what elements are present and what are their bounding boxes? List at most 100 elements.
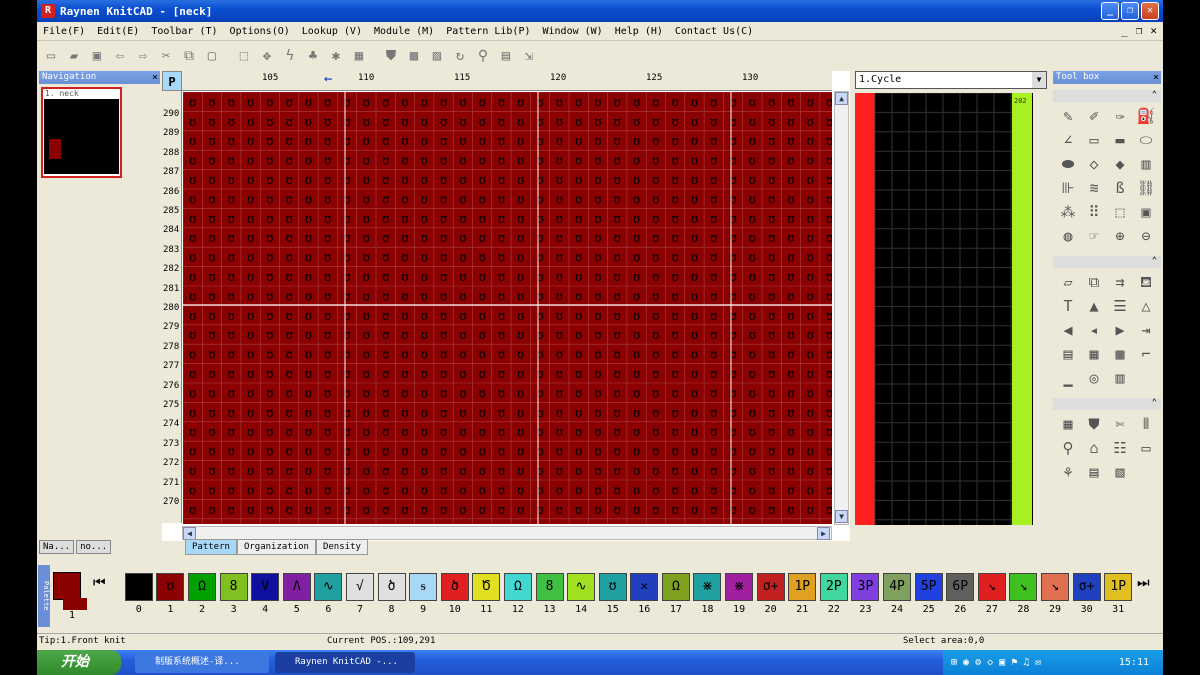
cone-tool-icon[interactable]: △: [1134, 295, 1158, 317]
palette-swatch[interactable]: σ+ 30: [1071, 573, 1103, 619]
palette-swatch[interactable]: 5P 25: [913, 573, 945, 619]
palette-swatch[interactable]: ծ 10: [439, 573, 471, 619]
mdi-restore-icon[interactable]: ❐: [1136, 24, 1143, 37]
cycle-grid[interactable]: 202: [855, 92, 1033, 525]
copy-icon[interactable]: ⧉: [179, 46, 199, 66]
tray-icons[interactable]: ⊞ ◉ ⚙ ◇ ▣ ⚑ ♫ ✉: [951, 650, 1041, 675]
start-button[interactable]: 开始: [37, 650, 121, 675]
tab-notes[interactable]: no...: [76, 540, 112, 554]
chart-tool-icon[interactable]: ⊪: [1056, 177, 1080, 199]
filled-ellipse-tool-icon[interactable]: ⬬: [1056, 153, 1080, 175]
doc-tool-icon[interactable]: ▤: [1082, 461, 1106, 483]
pattern-grid[interactable]: ʊʊʊʊʊʊʊʊʊʊʊʊʊʊʊʊʊʊʊʊʊʊʊʊʊʊʊʊʊʊʊʊʊʊʊʊʊʊʊʊ…: [183, 92, 832, 524]
wave-tool-icon[interactable]: ≋: [1082, 177, 1106, 199]
redo-icon[interactable]: ⇨: [133, 46, 153, 66]
sweater-icon[interactable]: ⛊: [381, 46, 401, 66]
tab-navigation[interactable]: Na...: [39, 540, 75, 554]
brush-tool-icon[interactable]: ✑: [1108, 105, 1132, 127]
layer-tool-icon[interactable]: ☰: [1108, 295, 1132, 317]
editor-horizontal-scrollbar[interactable]: ◀ ▶: [182, 526, 832, 540]
left-tool-icon[interactable]: ◀: [1056, 319, 1080, 341]
grid-icon[interactable]: ▦: [349, 46, 369, 66]
palette-swatch[interactable]: 4P 24: [881, 573, 913, 619]
frame-tool-icon[interactable]: ▤: [1056, 343, 1080, 365]
zoom-in-icon[interactable]: ⊕: [1108, 225, 1132, 247]
panel-tool-icon[interactable]: ▭: [1134, 437, 1158, 459]
needle-tool-icon[interactable]: ⚲: [1056, 437, 1080, 459]
pointer-tool-icon[interactable]: ☞: [1082, 225, 1106, 247]
mdi-minimize-icon[interactable]: _: [1121, 24, 1128, 37]
puzzle-tool-icon[interactable]: ⚘: [1056, 461, 1080, 483]
texture-icon[interactable]: ▨: [427, 46, 447, 66]
taskbar-item-knitcad[interactable]: Raynen KnitCAD -...: [275, 652, 415, 673]
scroll-down-icon[interactable]: ▼: [835, 510, 848, 523]
minimize-button[interactable]: _: [1101, 2, 1119, 20]
house-tool-icon[interactable]: ⌂: [1082, 437, 1106, 459]
toolbox-section-module[interactable]: ⌃: [1053, 398, 1161, 410]
palette-swatch[interactable]: 1P 21: [786, 573, 818, 619]
navigation-close-icon[interactable]: ×: [152, 71, 158, 84]
fill-tool-icon[interactable]: ⛽: [1134, 105, 1158, 127]
pac-tool-icon[interactable]: ▦: [1056, 413, 1080, 435]
next-page-icon[interactable]: ⏭: [1137, 575, 1150, 591]
navigation-thumbnail[interactable]: 1. neck: [41, 87, 122, 178]
scroll-up-icon[interactable]: ▲: [835, 92, 848, 105]
needle-icon[interactable]: ⚲: [473, 46, 493, 66]
palette-swatch[interactable]: ✕ 16: [629, 573, 661, 619]
select-icon[interactable]: ⬚: [234, 46, 254, 66]
book-tool-icon[interactable]: ▥: [1108, 367, 1132, 389]
palette-swatch[interactable]: ↘ 28: [1008, 573, 1040, 619]
floor-tool-icon[interactable]: ▁: [1056, 367, 1080, 389]
copy-tool-icon[interactable]: ⧉: [1082, 271, 1106, 293]
tab-pattern[interactable]: Pattern: [185, 539, 237, 555]
menu-window[interactable]: Window (W): [537, 26, 609, 37]
columns-tool-icon[interactable]: ▥: [1134, 153, 1158, 175]
palette-swatch[interactable]: Ω 12: [502, 573, 534, 619]
image-tool-icon[interactable]: ▣: [1134, 201, 1158, 223]
chevron-down-icon[interactable]: ▼: [1032, 72, 1046, 88]
dots-tool-icon[interactable]: ⠿: [1082, 201, 1106, 223]
line-tool-icon[interactable]: ∠: [1056, 129, 1080, 151]
palette-swatch[interactable]: ∿ 14: [565, 573, 597, 619]
filled-rect-tool-icon[interactable]: ▬: [1108, 129, 1132, 151]
palette-swatch[interactable]: ᵴ9: [407, 573, 439, 619]
palette-swatch[interactable]: 83: [218, 573, 250, 619]
knit-icon[interactable]: ✱: [326, 46, 346, 66]
new-file-icon[interactable]: ▭: [41, 46, 61, 66]
machine-icon[interactable]: ▤: [496, 46, 516, 66]
save-icon[interactable]: ▣: [87, 46, 107, 66]
ellipse-tool-icon[interactable]: ⬭: [1134, 129, 1158, 151]
palette-swatch[interactable]: V4: [249, 573, 281, 619]
menu-options[interactable]: Options(O): [224, 26, 296, 37]
prev-page-icon[interactable]: ⏮: [93, 575, 106, 591]
repeat-tool-icon[interactable]: ⁂: [1056, 201, 1080, 223]
editor-corner[interactable]: P: [162, 71, 182, 91]
palette-swatch[interactable]: 6P 26: [944, 573, 976, 619]
chain-tool-icon[interactable]: ⛓: [1134, 177, 1158, 199]
mirror-tool-icon[interactable]: ß: [1108, 177, 1132, 199]
menu-toolbar[interactable]: Toolbar (T): [145, 26, 223, 37]
toolbox-close-icon[interactable]: ×: [1153, 71, 1159, 84]
cut-icon[interactable]: ✂: [156, 46, 176, 66]
ruler-tool-icon[interactable]: ✄: [1108, 413, 1132, 435]
close-button[interactable]: ✕: [1141, 2, 1159, 20]
jacquard-icon[interactable]: ▩: [404, 46, 424, 66]
palette-swatch[interactable]: 1P 31: [1102, 573, 1134, 619]
palette-swatch[interactable]: ⋇ 18: [692, 573, 724, 619]
toolbox-section-edit[interactable]: ⌃: [1053, 256, 1161, 268]
target-tool-icon[interactable]: ◎: [1082, 367, 1106, 389]
export-icon[interactable]: ⇲: [519, 46, 539, 66]
insert-tool-icon[interactable]: ⇥: [1134, 319, 1158, 341]
palette-swatch[interactable]: ↘ 29: [1039, 573, 1071, 619]
filled-diamond-tool-icon[interactable]: ◆: [1108, 153, 1132, 175]
corner-tool-icon[interactable]: ⌐: [1134, 343, 1158, 365]
zoom-out-icon[interactable]: ⊖: [1134, 225, 1158, 247]
text-tool-icon[interactable]: T: [1056, 295, 1080, 317]
table-tool-icon[interactable]: ▦: [1082, 343, 1106, 365]
move-icon[interactable]: ✥: [257, 46, 277, 66]
restore-button[interactable]: ❐: [1121, 2, 1139, 20]
palette-swatch[interactable]: ↘ 27: [976, 573, 1008, 619]
palette-tool-icon[interactable]: ✎: [1056, 105, 1080, 127]
cycle-select[interactable]: 1.Cycle ▼: [855, 71, 1047, 89]
pen-tool-icon[interactable]: ✐: [1082, 105, 1106, 127]
